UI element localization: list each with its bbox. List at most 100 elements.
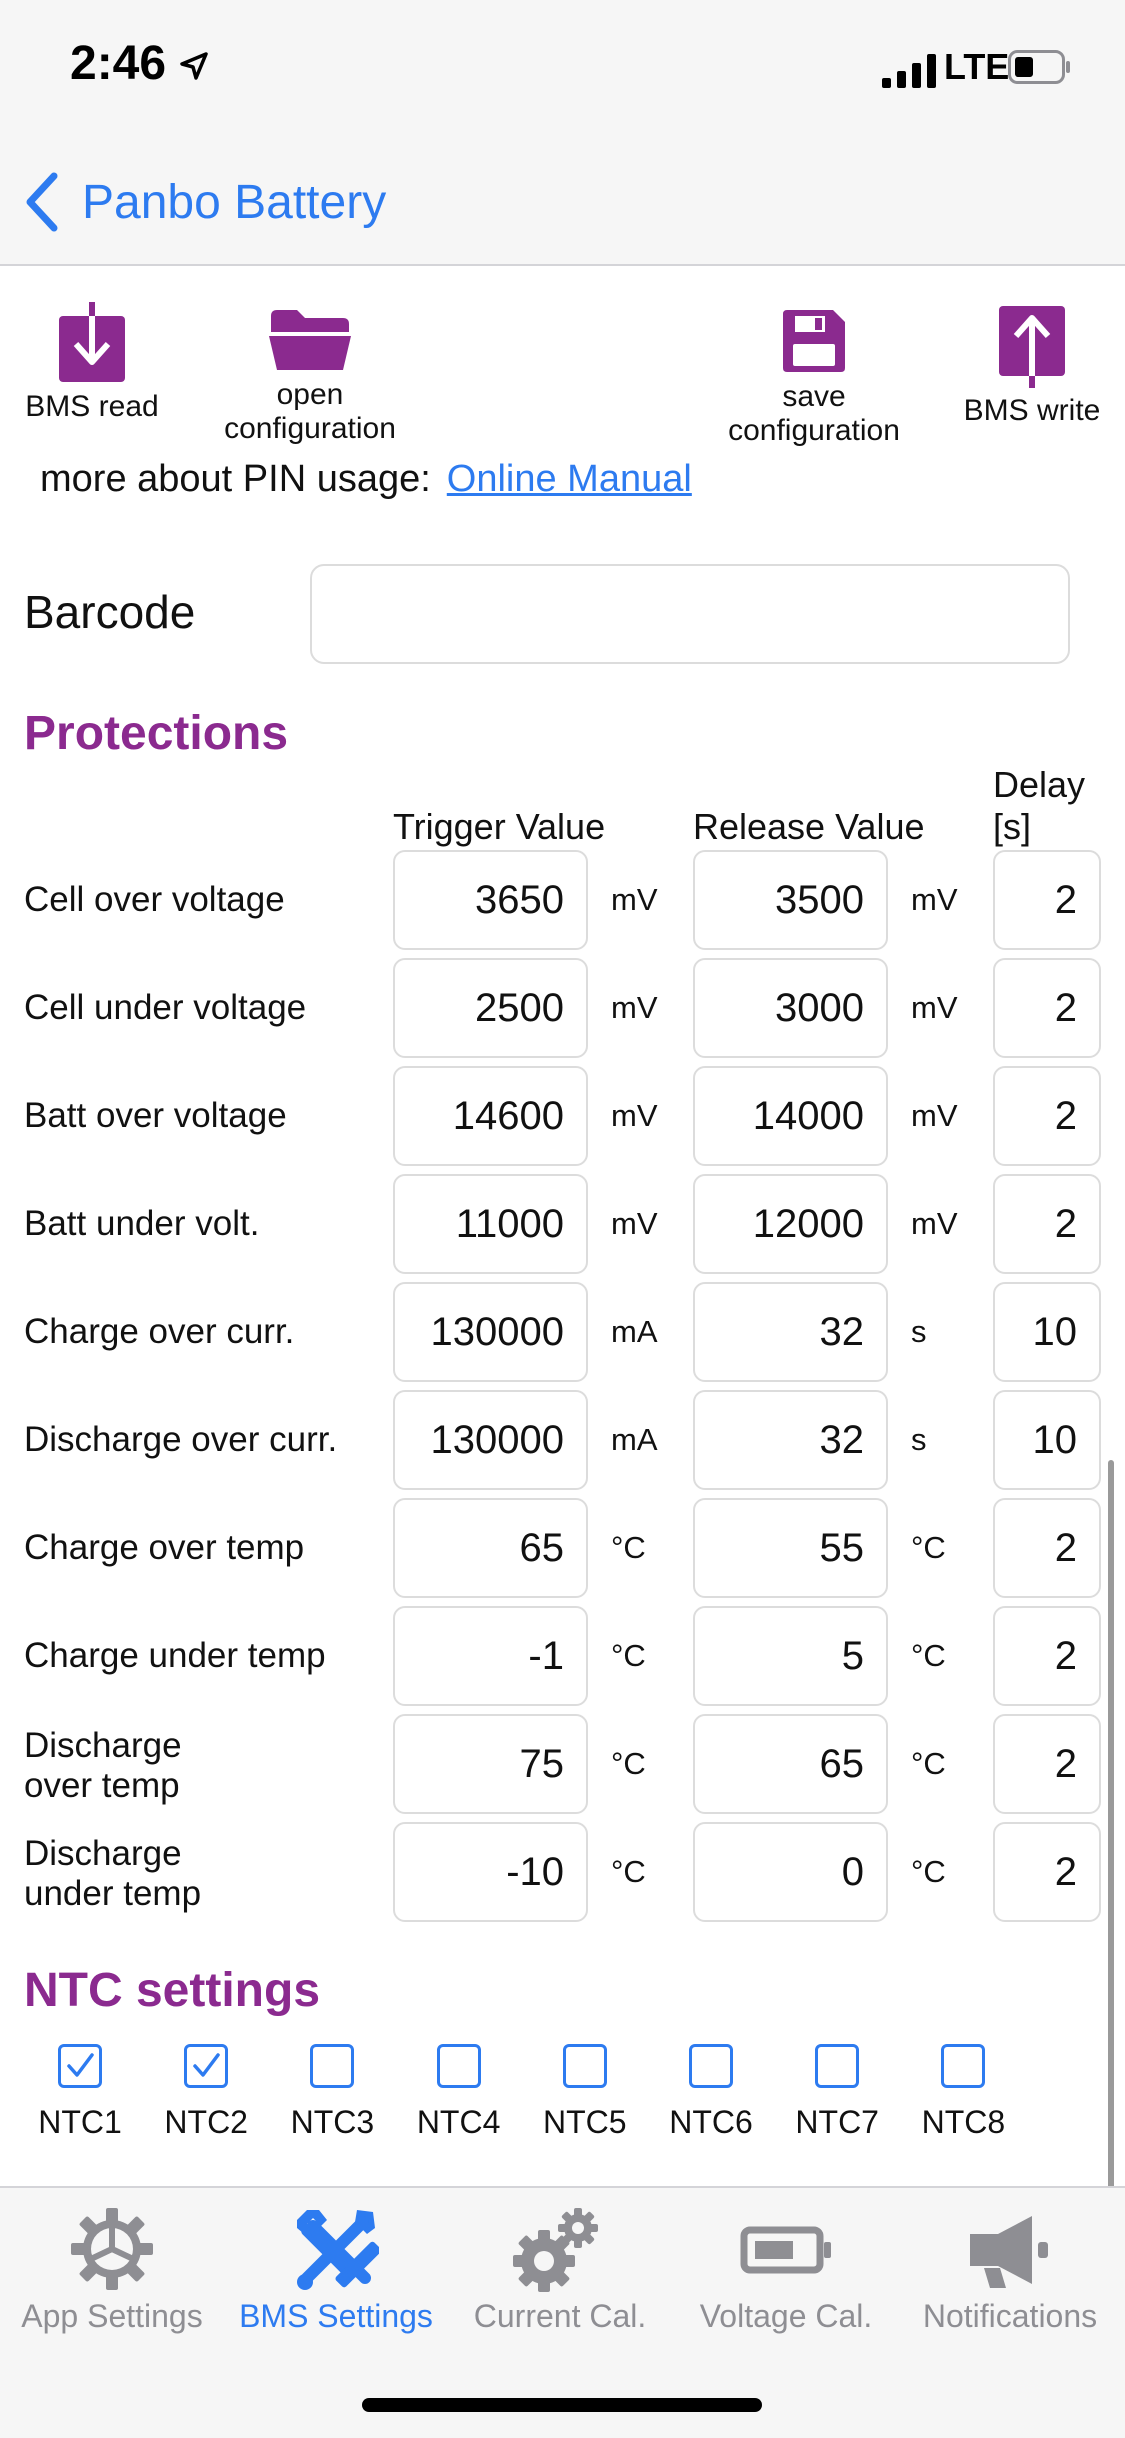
back-button[interactable]: Panbo Battery: [22, 170, 386, 234]
navigation-bar: Panbo Battery: [0, 140, 1125, 266]
trigger-value-input[interactable]: 130000: [393, 1390, 588, 1490]
trigger-value-input[interactable]: 14600: [393, 1066, 588, 1166]
tab-voltage-cal-label: Voltage Cal.: [699, 2298, 873, 2334]
delay-input[interactable]: 10: [993, 1282, 1101, 1382]
trigger-value-input[interactable]: 3650: [393, 850, 588, 950]
delay-input[interactable]: 2: [993, 958, 1101, 1058]
delay-input[interactable]: 2: [993, 1498, 1101, 1598]
delay-input[interactable]: 2: [993, 1822, 1101, 1922]
gear-icon: [71, 2208, 153, 2290]
release-value-input[interactable]: 5: [693, 1606, 888, 1706]
trigger-value-input[interactable]: -10: [393, 1822, 588, 1922]
tab-notifications[interactable]: Notifications: [900, 2206, 1120, 2335]
ntc-checkbox-5[interactable]: NTC5: [530, 2044, 640, 2141]
checkbox-icon: [562, 2044, 607, 2088]
trigger-value-header: Trigger Value: [393, 806, 606, 847]
trigger-unit: mV: [611, 1206, 658, 1241]
release-value-input[interactable]: 12000: [693, 1174, 888, 1274]
release-value-input[interactable]: 0: [693, 1822, 888, 1922]
ntc-checkbox-1[interactable]: NTC1: [25, 2044, 135, 2141]
ntc-checkbox-2[interactable]: NTC2: [151, 2044, 261, 2141]
save-configuration-label-line2: configuration: [728, 414, 900, 447]
ntc-checkbox-6[interactable]: NTC6: [656, 2044, 766, 2141]
trigger-unit: mA: [611, 1422, 658, 1457]
tab-voltage-cal[interactable]: Voltage Cal.: [676, 2206, 896, 2335]
save-configuration-button[interactable]: save configuration: [704, 308, 924, 448]
delay-input[interactable]: 2: [993, 1174, 1101, 1274]
status-time: 2:46: [70, 37, 167, 90]
protection-row-label: Charge over curr.: [24, 1312, 294, 1352]
delay-input[interactable]: 10: [993, 1390, 1101, 1490]
protection-row-label: Charge under temp: [24, 1636, 326, 1676]
trigger-value-input[interactable]: 11000: [393, 1174, 588, 1274]
trigger-value-input[interactable]: 75: [393, 1714, 588, 1814]
protection-row-label: Cell under voltage: [24, 988, 306, 1028]
ntc-label: NTC3: [290, 2104, 375, 2140]
download-icon: [59, 302, 125, 382]
delay-header: Delay [s]: [993, 764, 1085, 848]
release-unit: °C: [911, 1854, 946, 1889]
delay-input[interactable]: 2: [993, 1066, 1101, 1166]
trigger-value-input[interactable]: 2500: [393, 958, 588, 1058]
checkbox-icon: [436, 2044, 481, 2088]
battery-icon: [740, 2226, 831, 2274]
trigger-value-input[interactable]: -1: [393, 1606, 588, 1706]
bms-write-label: BMS write: [963, 394, 1101, 427]
delay-input[interactable]: 2: [993, 1714, 1101, 1814]
ntc-label: NTC5: [543, 2104, 627, 2140]
release-value-input[interactable]: 55: [693, 1498, 888, 1598]
release-value-input[interactable]: 32: [693, 1390, 888, 1490]
release-unit: s: [911, 1314, 927, 1349]
open-configuration-button[interactable]: open configuration: [200, 308, 420, 446]
floppy-disk-icon: [783, 310, 845, 372]
tab-app-settings-label: App Settings: [21, 2298, 203, 2334]
trigger-unit: mV: [611, 1098, 658, 1133]
release-value-input[interactable]: 32: [693, 1282, 888, 1382]
release-value-input[interactable]: 65: [693, 1714, 888, 1814]
network-type: LTE: [944, 46, 1010, 87]
ntc-checkbox-7[interactable]: NTC7: [782, 2044, 892, 2141]
trigger-unit: mV: [611, 882, 658, 917]
status-bar: 2:46 LTE: [0, 0, 1125, 140]
release-value-input[interactable]: 3000: [693, 958, 888, 1058]
checkbox-icon: [184, 2044, 229, 2088]
trigger-value-input[interactable]: 65: [393, 1498, 588, 1598]
trigger-unit: mA: [611, 1314, 658, 1349]
battery-status-icon: [1008, 50, 1070, 84]
home-indicator[interactable]: [362, 2398, 762, 2412]
checkmark-icon: [193, 2053, 220, 2077]
ntc-checkbox-3[interactable]: NTC3: [277, 2044, 387, 2141]
ntc-label: NTC8: [921, 2104, 1006, 2140]
bms-read-button[interactable]: BMS read: [12, 302, 172, 424]
ntc-checkbox-4[interactable]: NTC4: [404, 2044, 514, 2141]
online-manual-link[interactable]: Online Manual: [447, 458, 692, 500]
trigger-value-input[interactable]: 130000: [393, 1282, 588, 1382]
ntc-label: NTC4: [416, 2104, 501, 2140]
tab-current-cal[interactable]: Current Cal.: [450, 2206, 670, 2335]
protection-row-label: Discharge under temp: [24, 1834, 201, 1914]
delay-input[interactable]: 2: [993, 850, 1101, 950]
bms-write-button[interactable]: BMS write: [952, 306, 1112, 428]
tab-app-settings[interactable]: App Settings: [2, 2206, 222, 2335]
release-unit: mV: [911, 1098, 958, 1133]
ntc-checkbox-8[interactable]: NTC8: [908, 2044, 1018, 2141]
protection-row-label: Discharge over curr.: [24, 1420, 337, 1460]
release-value-input[interactable]: 3500: [693, 850, 888, 950]
tab-bms-settings[interactable]: BMS Settings: [226, 2206, 446, 2335]
release-value-input[interactable]: 14000: [693, 1066, 888, 1166]
protection-row-label-line1: Cell under voltage: [24, 988, 307, 1027]
release-unit: °C: [911, 1530, 946, 1565]
back-button-label: Panbo Battery: [82, 175, 387, 229]
wrench-screwdriver-icon: [297, 2210, 379, 2290]
protection-row-label: Batt under volt.: [24, 1204, 259, 1244]
delay-input[interactable]: 2: [993, 1606, 1101, 1706]
scrollbar[interactable]: [1108, 1460, 1114, 2190]
protection-row-label-line1: Cell over voltage: [24, 880, 285, 919]
delay-header-line1: Delay: [993, 764, 1086, 805]
protection-row-label-line1: Charge over temp: [24, 1528, 305, 1567]
barcode-input[interactable]: [310, 564, 1070, 664]
protection-row-label: Charge over temp: [24, 1528, 304, 1568]
ntc-label: NTC6: [669, 2104, 753, 2140]
checkbox-icon: [941, 2044, 986, 2088]
chevron-left-icon: [26, 172, 58, 232]
